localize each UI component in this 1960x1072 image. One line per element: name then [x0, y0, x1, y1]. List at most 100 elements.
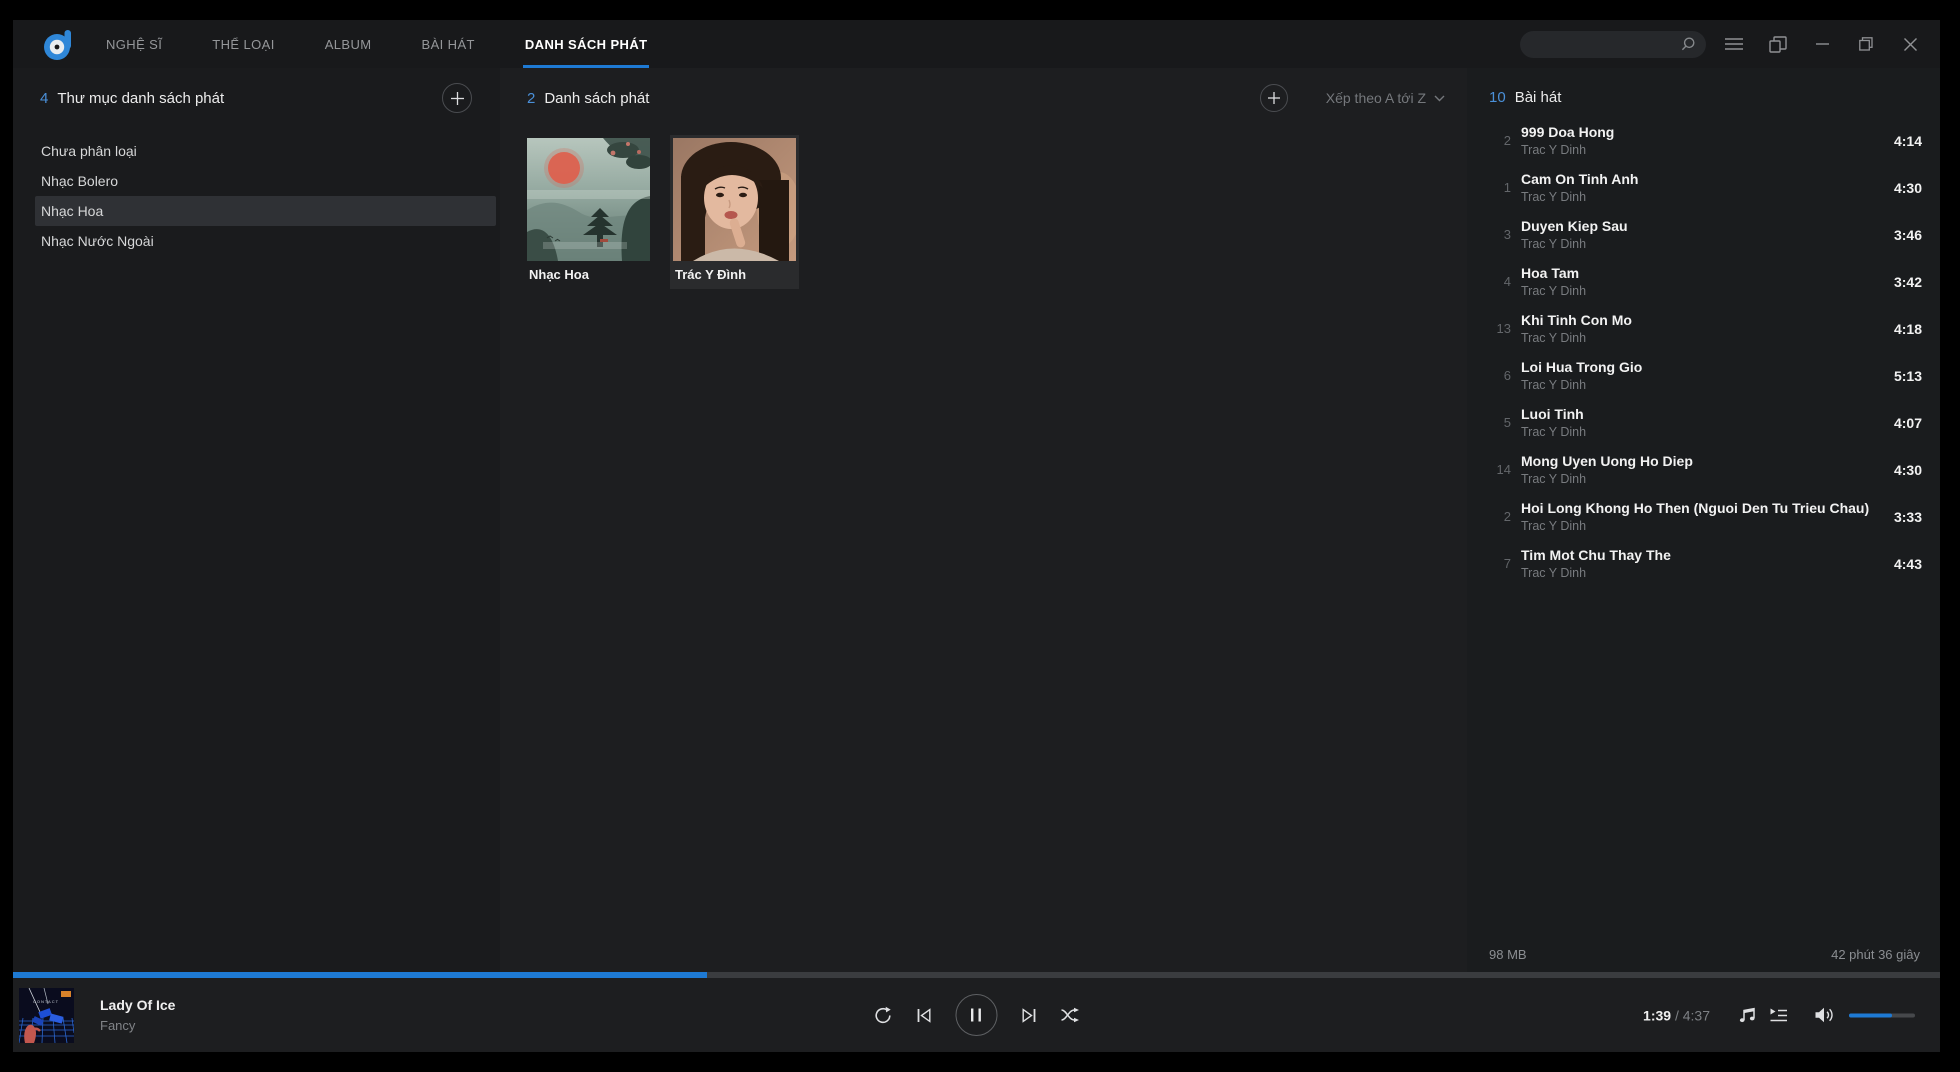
song-row[interactable]: 2 Hoi Long Khong Ho Then (Nguoi Den Tu T… — [1467, 493, 1940, 540]
next-button[interactable] — [1021, 1007, 1036, 1023]
now-playing-info: Lady Of Ice Fancy — [100, 997, 175, 1033]
song-artist: Trac Y Dinh — [1521, 519, 1587, 533]
dopamine-logo-icon — [44, 29, 71, 60]
song-row[interactable]: 4 Hoa Tam Trac Y Dinh 3:42 — [1467, 258, 1940, 305]
tab-songs[interactable]: BÀI HÁT — [420, 20, 477, 68]
playlist-tiles: Nhạc Hoa Trác Y Đình — [524, 135, 1467, 289]
elapsed-time: 1:39 — [1643, 1007, 1672, 1023]
music-note-icon — [1739, 1007, 1755, 1023]
folders-header: 4 Thư mục danh sách phát — [40, 82, 472, 114]
songs-footer: 98 MB 42 phút 36 giây — [1467, 947, 1940, 972]
previous-button[interactable] — [916, 1007, 931, 1023]
song-artist: Trac Y Dinh — [1521, 566, 1587, 580]
song-row[interactable]: 2 999 Doa Hong Trac Y Dinh 4:14 — [1467, 117, 1940, 164]
folder-item-nuoc-ngoai[interactable]: Nhạc Nước Ngoài — [35, 226, 496, 256]
repeat-icon — [874, 1006, 891, 1023]
song-title: Cam On Tinh Anh — [1521, 171, 1639, 187]
pause-button[interactable] — [955, 994, 997, 1036]
volume-slider[interactable] — [1849, 1013, 1915, 1017]
now-playing-view-button[interactable] — [1738, 1006, 1757, 1025]
song-row[interactable]: 3 Duyen Kiep Sau Trac Y Dinh 3:46 — [1467, 211, 1940, 258]
play-queue-icon — [1770, 1008, 1787, 1021]
playlist-folders-panel: 4 Thư mục danh sách phát Chưa phân loại … — [13, 68, 500, 972]
menu-button[interactable] — [1712, 20, 1756, 68]
song-track-number: 7 — [1503, 556, 1511, 571]
song-duration: 5:13 — [1893, 367, 1922, 384]
song-row[interactable]: 7 Tim Mot Chu Thay The Trac Y Dinh 4:43 — [1467, 540, 1940, 587]
windows-stack-icon — [1769, 35, 1787, 53]
now-playing-album-art: CONTACT — [19, 987, 74, 1043]
song-row[interactable]: 1 Cam On Tinh Anh Trac Y Dinh 4:30 — [1467, 164, 1940, 211]
folder-item-unsorted[interactable]: Chưa phân loại — [35, 136, 496, 166]
svg-text:CONTACT: CONTACT — [33, 999, 59, 1004]
chevron-down-icon — [1434, 95, 1445, 101]
song-artist: Trac Y Dinh — [1521, 331, 1587, 345]
song-title: Tim Mot Chu Thay The — [1521, 547, 1671, 563]
minimize-button[interactable] — [1800, 20, 1844, 68]
total-size: 98 MB — [1489, 947, 1527, 962]
song-artist: Trac Y Dinh — [1521, 378, 1587, 392]
folder-item-nhac-hoa[interactable]: Nhạc Hoa — [35, 196, 496, 226]
restore-button[interactable] — [1844, 20, 1888, 68]
folder-item-bolero[interactable]: Nhạc Bolero — [35, 166, 496, 196]
songs-count: 10 — [1489, 88, 1506, 106]
song-track-number: 14 — [1496, 462, 1511, 477]
playlists-header: 2 Danh sách phát Xếp theo A tới Z — [527, 82, 1445, 114]
app-window: NGHỆ SĨ THỂ LOẠI ALBUM BÀI HÁT DANH SÁCH… — [13, 20, 1940, 1052]
song-row[interactable]: 14 Mong Uyen Uong Ho Diep Trac Y Dinh 4:… — [1467, 446, 1940, 493]
close-icon — [1903, 37, 1917, 51]
now-playing-title: Lady Of Ice — [100, 997, 176, 1013]
song-row[interactable]: 5 Luoi Tinh Trac Y Dinh 4:07 — [1467, 399, 1940, 446]
song-duration: 4:43 — [1893, 555, 1922, 572]
song-track-number: 2 — [1503, 509, 1511, 524]
playlists-count: 2 — [527, 89, 536, 107]
song-title: Loi Hua Trong Gio — [1521, 359, 1643, 375]
tab-artists[interactable]: NGHỆ SĨ — [104, 20, 164, 68]
song-track-number: 2 — [1503, 133, 1511, 148]
sort-label: Xếp theo A tới Z — [1325, 90, 1426, 106]
songs-header: 10 Bài hát — [1489, 84, 1920, 110]
tab-albums[interactable]: ALBUM — [323, 20, 374, 68]
song-row[interactable]: 13 Khi Tinh Con Mo Trac Y Dinh 4:18 — [1467, 305, 1940, 352]
titlebar-right — [1520, 20, 1940, 68]
main-tabs: NGHỆ SĨ THỂ LOẠI ALBUM BÀI HÁT DANH SÁCH… — [104, 20, 695, 68]
song-title: Mong Uyen Uong Ho Diep — [1521, 453, 1693, 469]
songs-title: Bài hát — [1514, 88, 1562, 106]
song-track-number: 5 — [1503, 415, 1511, 430]
song-duration: 4:07 — [1893, 414, 1922, 431]
sort-dropdown[interactable]: Xếp theo A tới Z — [1326, 90, 1445, 106]
add-playlist-button[interactable] — [1259, 84, 1288, 112]
song-duration: 3:42 — [1893, 273, 1922, 290]
song-track-number: 1 — [1503, 180, 1511, 195]
search-input[interactable] — [1534, 36, 1680, 52]
repeat-button[interactable] — [873, 1006, 892, 1025]
queue-button[interactable] — [1769, 1007, 1788, 1023]
volume-button[interactable] — [1814, 1007, 1835, 1024]
search-box[interactable] — [1520, 30, 1706, 58]
playlist-tile-nhac-hoa[interactable]: Nhạc Hoa — [524, 135, 653, 289]
minimize-icon — [1815, 43, 1829, 45]
player-bar-content: CONTACT Lady Of Ice Fancy 1:39 / 4:37 — [13, 978, 1940, 1052]
song-duration: 3:46 — [1893, 226, 1922, 243]
song-row[interactable]: 6 Loi Hua Trong Gio Trac Y Dinh 5:13 — [1467, 352, 1940, 399]
add-folder-button[interactable] — [442, 83, 472, 113]
song-title: Luoi Tinh — [1521, 406, 1584, 422]
song-track-number: 13 — [1496, 321, 1511, 336]
now-playing-artist: Fancy — [100, 1018, 136, 1033]
song-artist: Trac Y Dinh — [1521, 425, 1587, 439]
mini-player-button[interactable] — [1756, 20, 1800, 68]
song-duration: 4:30 — [1893, 461, 1922, 478]
tab-playlists[interactable]: DANH SÁCH PHÁT — [522, 20, 650, 68]
player-bar: CONTACT Lady Of Ice Fancy 1:39 / 4:37 — [13, 972, 1940, 1052]
song-title: 999 Doa Hong — [1521, 124, 1615, 140]
song-artist: Trac Y Dinh — [1521, 284, 1587, 298]
song-artist: Trac Y Dinh — [1521, 143, 1587, 157]
song-duration: 4:14 — [1893, 132, 1922, 149]
playback-controls — [873, 994, 1080, 1036]
skip-previous-icon — [917, 1007, 930, 1023]
close-button[interactable] — [1888, 20, 1932, 68]
shuffle-button[interactable] — [1060, 1007, 1080, 1023]
tab-genres[interactable]: THỂ LOẠI — [210, 20, 276, 68]
playlist-tile-trac-y-dinh[interactable]: Trác Y Đình — [670, 135, 799, 289]
songs-list: 2 999 Doa Hong Trac Y Dinh 4:14 1 Cam On… — [1467, 117, 1940, 947]
